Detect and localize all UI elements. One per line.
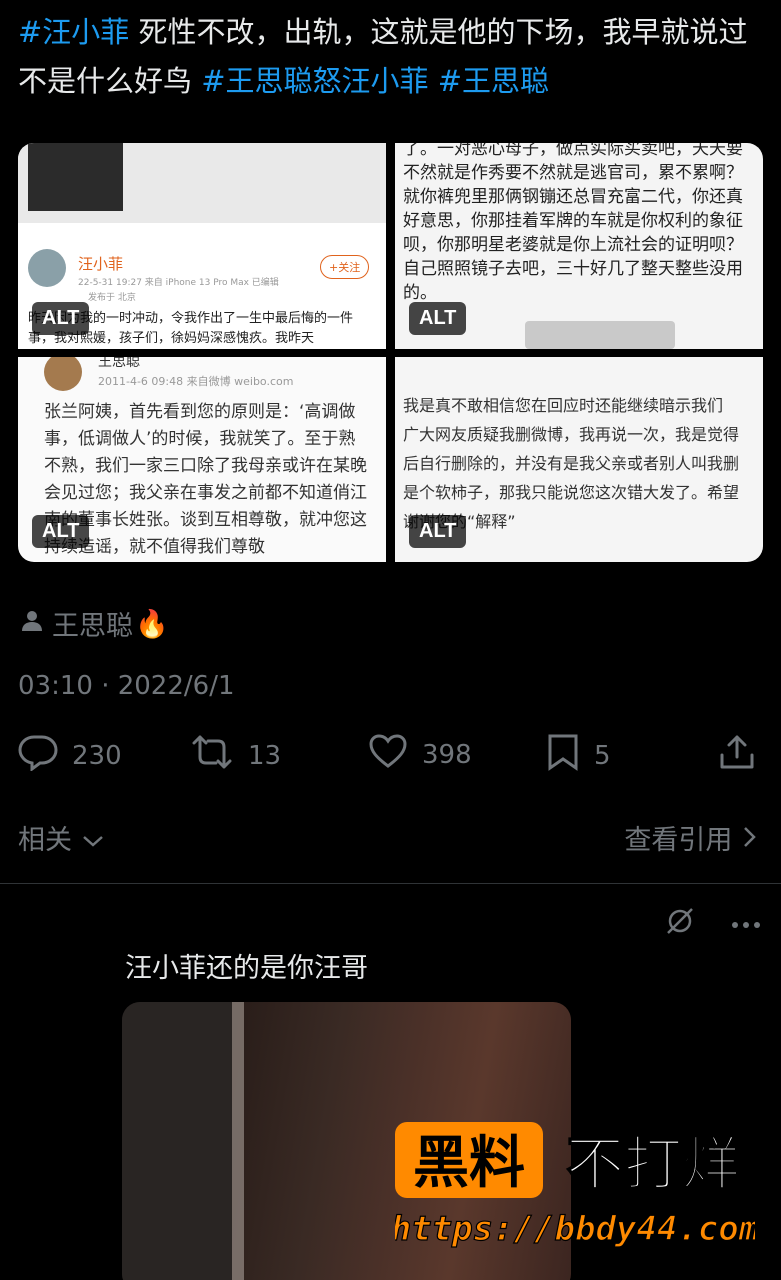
image3-name: 王思聪 bbox=[98, 357, 140, 370]
related-dropdown[interactable]: 相关 bbox=[18, 818, 105, 857]
avatar bbox=[44, 357, 82, 391]
media-image-1[interactable]: 汪小菲 22-5-31 19:27 来自 iPhone 13 Pro Max 已… bbox=[18, 143, 386, 349]
community-name: 王思聪 bbox=[52, 611, 133, 642]
watermark-brand-2: 不打烊 bbox=[566, 1130, 740, 1198]
share-button[interactable] bbox=[718, 733, 756, 778]
share-icon bbox=[718, 733, 756, 778]
more-options-icon[interactable] bbox=[731, 914, 761, 933]
retweet-count: 13 bbox=[248, 740, 282, 771]
image1-meta: 22-5-31 19:27 来自 iPhone 13 Pro Max 已编辑 bbox=[78, 278, 279, 288]
action-bar: 230 13 398 5 bbox=[18, 733, 763, 777]
post-text: #汪小菲 死性不改，出轨，这就是他的下场，我早就说过不是什么好鸟 #王思聪怒汪小… bbox=[18, 8, 768, 106]
bookmark-count: 5 bbox=[594, 740, 611, 771]
reply-count: 230 bbox=[72, 740, 122, 771]
view-quotes-label: 查看引用 bbox=[624, 825, 733, 856]
image2-body: 了。一对恶心母子，做点实际买卖吧，天天要不然就是作秀要不然就是逃官司，累不累啊？… bbox=[403, 143, 743, 303]
hashtag-link[interactable]: #汪小菲 bbox=[18, 15, 129, 49]
post-timestamp[interactable]: 03:10 · 2022/6/1 bbox=[18, 671, 235, 701]
divider bbox=[0, 883, 781, 884]
reply-button[interactable]: 230 bbox=[18, 733, 122, 778]
media-grid[interactable]: 汪小菲 22-5-31 19:27 来自 iPhone 13 Pro Max 已… bbox=[18, 143, 763, 562]
alt-badge[interactable]: ALT bbox=[32, 302, 90, 335]
retweet-button[interactable]: 13 bbox=[190, 733, 281, 778]
chevron-down-icon bbox=[81, 825, 105, 856]
heart-icon bbox=[368, 733, 408, 776]
fire-emoji: 🔥 bbox=[135, 608, 169, 640]
image1-follow: +关注 bbox=[320, 255, 370, 279]
image3-body: 张兰阿姨，首先看到您的原则是：‘高调做事，低调做人’的时候，我就笑了。至于熟不熟… bbox=[44, 402, 367, 557]
reply-header-actions bbox=[665, 906, 761, 940]
watermark-brand-1: 黑料 bbox=[413, 1131, 525, 1196]
image1-name: 汪小菲 bbox=[78, 255, 124, 273]
media-image-4[interactable]: 我是真不敢相信您在回应时还能继续暗示我们 广大网友质疑我删微博，我再说一次，我是… bbox=[395, 357, 763, 562]
bookmark-icon bbox=[546, 733, 580, 778]
related-label: 相关 bbox=[18, 825, 72, 856]
alt-badge[interactable]: ALT bbox=[409, 302, 467, 335]
image3-meta: 2011-4-6 09:48 来自微博 weibo.com bbox=[98, 375, 294, 388]
alt-badge[interactable]: ALT bbox=[32, 515, 90, 548]
like-count: 398 bbox=[422, 739, 472, 770]
avatar bbox=[28, 249, 66, 287]
view-quotes-link[interactable]: 查看引用 bbox=[624, 818, 757, 857]
grok-icon[interactable] bbox=[665, 906, 695, 940]
hashtag-link[interactable]: #王思聪怒汪小菲 bbox=[201, 64, 428, 98]
chevron-right-icon bbox=[741, 825, 757, 856]
post-text-segment bbox=[429, 64, 438, 98]
bookmark-button[interactable]: 5 bbox=[546, 733, 611, 778]
alt-badge[interactable]: ALT bbox=[409, 515, 467, 548]
watermark-logo: 黑料 不打烊 https://bbdy44.com bbox=[395, 1122, 755, 1250]
media-image-3[interactable]: 王思聪 2011-4-6 09:48 来自微博 weibo.com 张兰阿姨，首… bbox=[18, 357, 386, 562]
like-button[interactable]: 398 bbox=[368, 733, 472, 776]
retweet-icon bbox=[190, 733, 234, 778]
media-image-2[interactable]: 了。一对恶心母子，做点实际买卖吧，天天要不然就是作秀要不然就是逃官司，累不累啊？… bbox=[395, 143, 763, 349]
community-label[interactable]: 王思聪 🔥 bbox=[22, 604, 169, 643]
watermark-url: https://bbdy44.com bbox=[395, 1209, 755, 1249]
image1-location: 发布于 北京 bbox=[88, 293, 136, 303]
hashtag-link[interactable]: #王思聪 bbox=[438, 64, 549, 98]
person-icon bbox=[22, 608, 42, 639]
reply-text: 汪小菲还的是你汪哥 bbox=[125, 953, 368, 984]
reply-icon bbox=[18, 733, 58, 778]
